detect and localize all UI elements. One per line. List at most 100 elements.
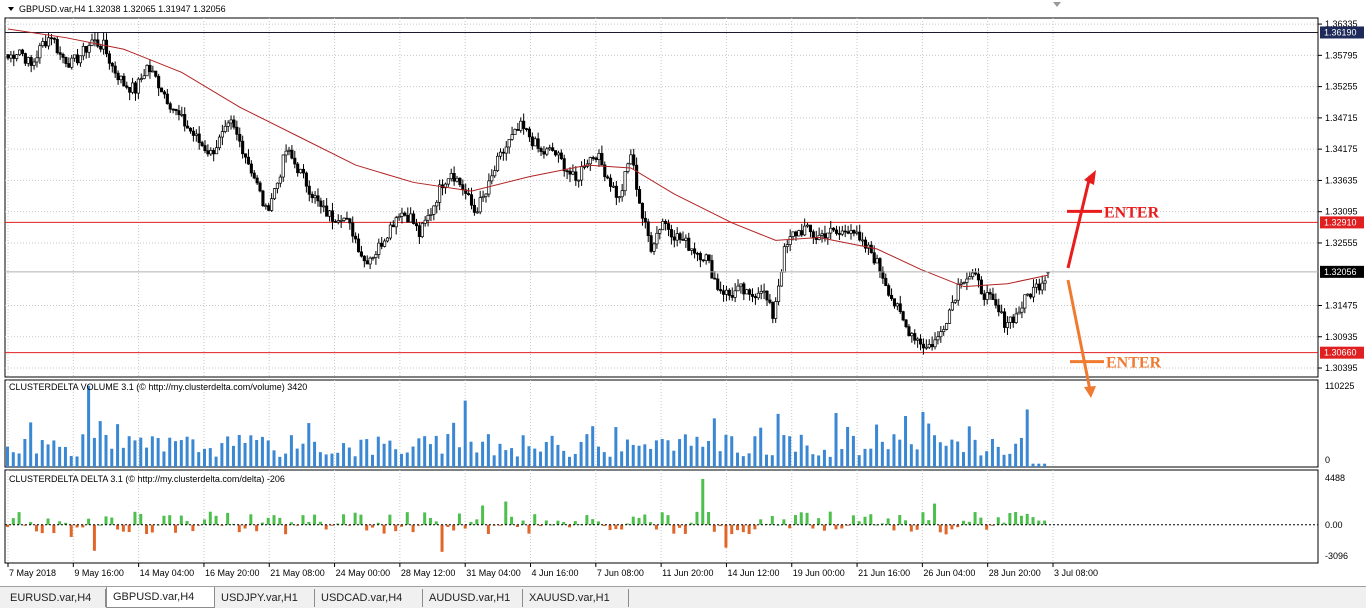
delta-bar bbox=[608, 524, 612, 531]
candle-body bbox=[782, 246, 786, 273]
candle-body bbox=[739, 283, 743, 287]
candle-body bbox=[301, 168, 306, 174]
delta-bar bbox=[388, 514, 392, 525]
candle-body bbox=[924, 346, 928, 349]
delta-bar bbox=[927, 520, 931, 525]
volume-bar bbox=[185, 436, 189, 467]
candle-body bbox=[142, 75, 146, 79]
volume-bar bbox=[689, 445, 693, 467]
candle-body bbox=[258, 182, 262, 192]
candle-body bbox=[632, 154, 636, 166]
delta-bar bbox=[17, 512, 21, 525]
candle-body bbox=[991, 293, 995, 300]
delta-bar bbox=[556, 520, 560, 525]
main-panel-title: GBPUSD.var,H4 1.32038 1.32065 1.31947 1.… bbox=[19, 4, 226, 14]
delta-bar bbox=[712, 524, 716, 532]
delta-bar bbox=[423, 512, 427, 525]
candle-body bbox=[44, 41, 48, 47]
candle-body bbox=[377, 242, 381, 255]
volume-bar bbox=[75, 456, 79, 467]
time-label: 11 Jun 20:00 bbox=[662, 568, 713, 578]
candle-body bbox=[12, 54, 16, 59]
candle-body bbox=[397, 216, 401, 219]
candle-body bbox=[591, 157, 595, 159]
candle-body bbox=[536, 138, 540, 149]
candle-body bbox=[623, 171, 627, 192]
candle-body bbox=[400, 212, 404, 217]
candle-body bbox=[658, 229, 662, 234]
delta-bar bbox=[116, 524, 120, 530]
candle-body bbox=[498, 151, 503, 157]
candle-body bbox=[412, 213, 416, 224]
candle-body bbox=[721, 290, 726, 295]
delta-bar bbox=[452, 524, 456, 531]
candle-body bbox=[719, 289, 723, 292]
candle-body bbox=[736, 285, 740, 292]
candle-body bbox=[858, 231, 862, 241]
enter-label-down: ENTER bbox=[1106, 355, 1162, 372]
volume-bar bbox=[307, 423, 311, 467]
volume-bar bbox=[34, 453, 38, 467]
delta-bar bbox=[654, 524, 658, 530]
tab-usdcad-var-h4[interactable]: USDCAD.var,H4 bbox=[315, 589, 423, 607]
candle-body bbox=[527, 128, 531, 138]
volume-bar bbox=[707, 441, 711, 467]
delta-bar bbox=[573, 521, 577, 525]
tab-gbpusd-var-h4[interactable]: GBPUSD.var,H4 bbox=[106, 587, 215, 608]
volume-bar bbox=[718, 451, 722, 467]
volume-bar bbox=[649, 448, 653, 467]
volume-bar bbox=[556, 444, 560, 467]
chart-area[interactable]: 1.363351.357951.352551.347151.341751.336… bbox=[0, 0, 1366, 586]
delta-bar bbox=[40, 524, 44, 534]
volume-bar bbox=[58, 446, 62, 467]
volume-bar bbox=[776, 413, 780, 467]
candle-body bbox=[70, 57, 74, 68]
tab-audusd-var-h1[interactable]: AUDUSD.var,H1 bbox=[423, 589, 523, 607]
candle-body bbox=[394, 217, 398, 228]
candle-body bbox=[388, 224, 392, 239]
candle-body bbox=[81, 46, 85, 57]
candle-body bbox=[171, 108, 175, 111]
candle-body bbox=[750, 294, 755, 297]
candle-body bbox=[806, 224, 810, 227]
delta-bar bbox=[185, 521, 189, 525]
volume-bar bbox=[347, 447, 351, 467]
candle-body bbox=[852, 230, 856, 234]
candle-body bbox=[47, 37, 51, 47]
time-label: 26 Jun 04:00 bbox=[923, 568, 975, 578]
tab-usdjpy-var-h1[interactable]: USDJPY.var,H1 bbox=[215, 589, 315, 607]
volume-bar bbox=[289, 435, 293, 467]
volume-bar bbox=[967, 426, 971, 467]
volume-bar bbox=[811, 454, 815, 467]
candle-body bbox=[846, 231, 850, 234]
delta-bar bbox=[834, 524, 838, 530]
delta-bar bbox=[237, 524, 241, 533]
tab-eurusd-var-h4[interactable]: EURUSD.var,H4 bbox=[4, 589, 106, 607]
delta-bar bbox=[782, 519, 786, 525]
candle-body bbox=[356, 238, 361, 253]
candle-body bbox=[374, 254, 378, 258]
volume-bar bbox=[208, 448, 212, 467]
candle-body bbox=[119, 75, 123, 81]
price-label: 1.35795 bbox=[1325, 50, 1358, 60]
tab-xauusd-var-h1[interactable]: XAUUSD.var,H1 bbox=[523, 589, 629, 607]
candle-body bbox=[606, 176, 610, 179]
volume-bar bbox=[359, 439, 363, 467]
delta-bar bbox=[353, 512, 357, 525]
candle-body bbox=[597, 153, 601, 160]
candle-body bbox=[1034, 283, 1038, 288]
candle-body bbox=[907, 326, 911, 337]
delta-bar bbox=[1014, 511, 1018, 525]
volume-bar bbox=[318, 452, 322, 467]
volume-bar bbox=[631, 444, 635, 467]
candle-body bbox=[762, 290, 766, 293]
time-label: 7 Jun 08:00 bbox=[597, 568, 644, 578]
candle-body bbox=[910, 333, 914, 337]
delta-bar bbox=[191, 524, 195, 532]
delta-bar bbox=[973, 512, 977, 525]
volume-bar bbox=[869, 448, 873, 467]
candle-body bbox=[516, 129, 520, 131]
delta-bar bbox=[521, 520, 525, 525]
candle-body bbox=[264, 205, 268, 207]
volume-bar bbox=[736, 452, 740, 467]
